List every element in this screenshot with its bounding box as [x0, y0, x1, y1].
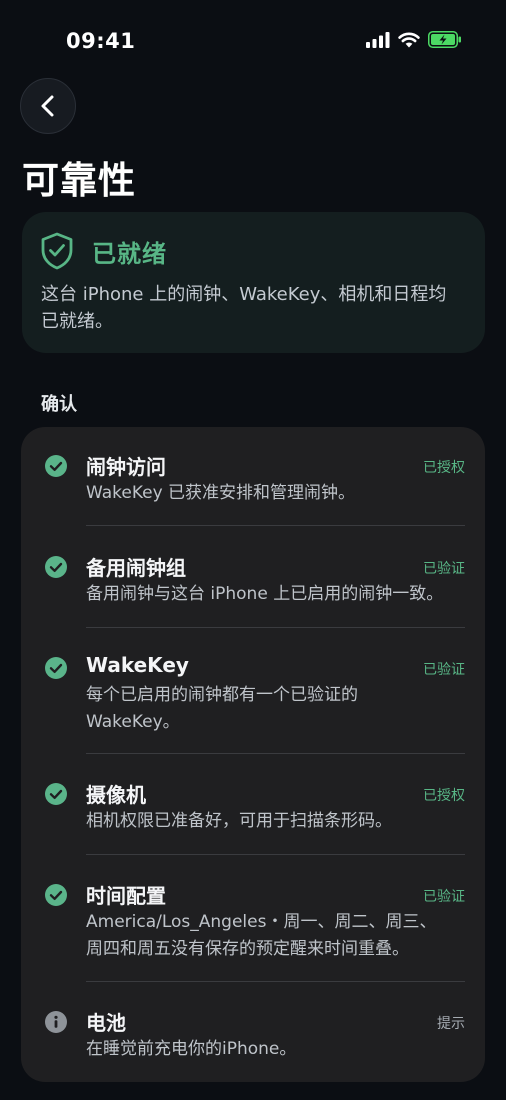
check-description: America/Los_Angeles・周一、周二、周三、 周四和周五没有保存的…: [86, 909, 471, 963]
check-circle-icon: [45, 657, 67, 679]
divider: [86, 525, 465, 526]
check-status: 已授权: [423, 788, 465, 804]
cellular-signal-icon: [366, 31, 390, 48]
back-button[interactable]: [20, 78, 76, 134]
description-line: 相机权限已准备好，可用于扫描条形码。: [86, 811, 392, 831]
divider: [86, 854, 465, 855]
checks-list: 闹钟访问 已授权 WakeKey 已获准安排和管理闹钟。 备用闹钟组 已验证 备…: [21, 427, 485, 1082]
description-line: 备用闹钟与这台 iPhone 上已启用的闹钟一致。: [86, 584, 444, 604]
ready-status-card: 已就绪 这台 iPhone 上的闹钟、WakeKey、相机和日程均已就绪。: [22, 212, 485, 353]
divider: [86, 753, 465, 754]
info-circle-icon: [45, 1011, 67, 1033]
check-circle-icon: [45, 556, 67, 578]
check-status: 已授权: [423, 460, 465, 476]
check-description: 备用闹钟与这台 iPhone 上已启用的闹钟一致。: [86, 581, 471, 608]
check-circle-icon: [45, 783, 67, 805]
description-line: America/Los_Angeles・周一、周二、周三、: [86, 912, 437, 932]
chevron-left-icon: [41, 95, 54, 117]
check-title: WakeKey: [86, 653, 189, 677]
check-status: 已验证: [423, 561, 465, 577]
status-time: 09:41: [66, 29, 136, 53]
battery-charging-icon: [428, 31, 461, 48]
check-title: 备用闹钟组: [86, 556, 186, 580]
check-title: 时间配置: [86, 884, 166, 908]
wifi-icon: [398, 32, 420, 47]
ready-description: 这台 iPhone 上的闹钟、WakeKey、相机和日程均已就绪。: [41, 284, 447, 332]
check-description: 相机权限已准备好，可用于扫描条形码。: [86, 808, 471, 835]
description-line: WakeKey 已获准安排和管理闹钟。: [86, 483, 356, 503]
reliability-screen: 09:41 可靠性 已就绪 这台 iPhone 上的闹钟、WakeKey、相机和…: [0, 0, 506, 1100]
check-description: 在睡觉前充电你的iPhone。: [86, 1036, 471, 1063]
check-status: 已验证: [423, 889, 465, 905]
divider: [86, 981, 465, 982]
description-line: 周四和周五没有保存的预定醒来时间重叠。: [86, 939, 409, 959]
description-line: WakeKey。: [86, 712, 180, 732]
description-line: 在睡觉前充电你的iPhone。: [86, 1039, 297, 1059]
check-description: WakeKey 已获准安排和管理闹钟。: [86, 480, 471, 507]
status-icons: [366, 31, 462, 48]
check-title: 摄像机: [86, 783, 146, 807]
check-circle-icon: [45, 455, 67, 477]
check-title: 电池: [86, 1011, 126, 1035]
check-status: 已验证: [423, 662, 465, 678]
check-description: 每个已启用的闹钟都有一个已验证的 WakeKey。: [86, 682, 471, 736]
check-status: 提示: [437, 1016, 465, 1032]
page-title: 可靠性: [22, 159, 136, 202]
section-label: 确认: [41, 394, 77, 415]
check-title: 闹钟访问: [86, 455, 166, 479]
shield-check-icon: [41, 232, 73, 270]
check-circle-icon: [45, 884, 67, 906]
ready-title: 已就绪: [92, 240, 167, 268]
divider: [86, 627, 465, 628]
description-line: 每个已启用的闹钟都有一个已验证的: [86, 685, 358, 705]
